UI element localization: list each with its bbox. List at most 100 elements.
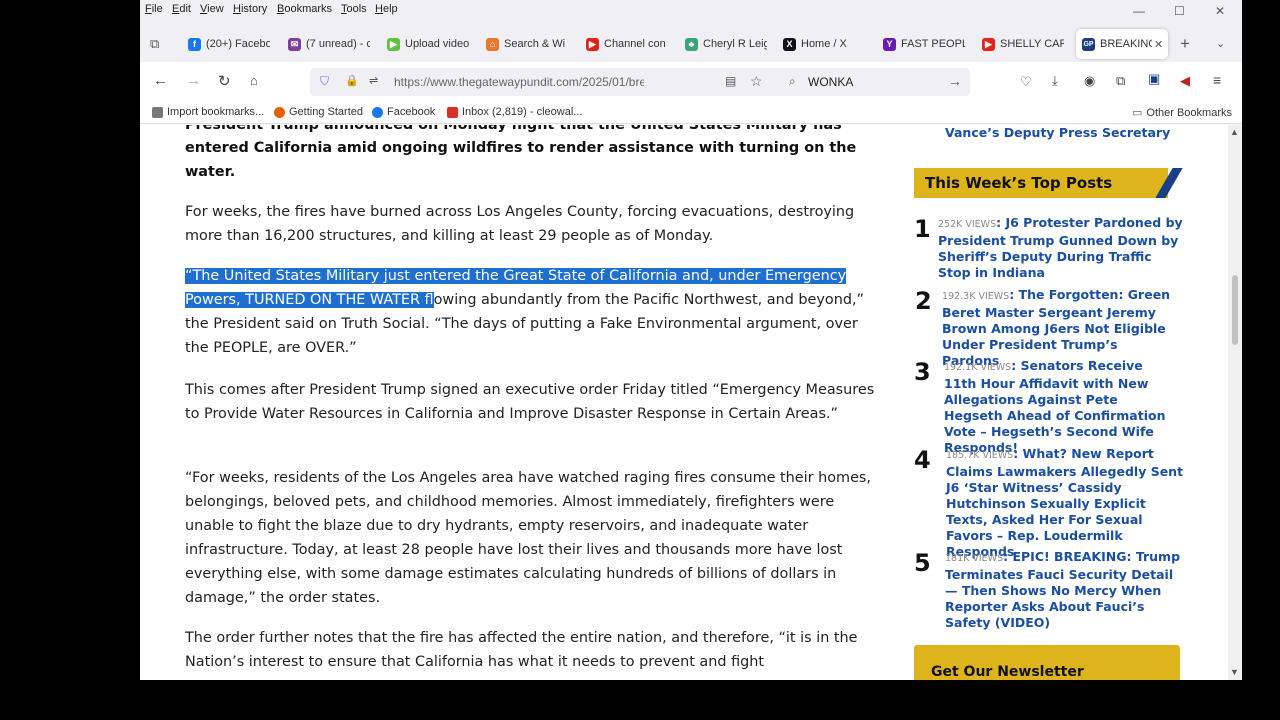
x-logo-icon: X — [783, 37, 796, 51]
post-link[interactable]: 252K VIEWS: J6 Protester Pardoned by Pre… — [938, 215, 1186, 281]
gmail-icon — [447, 106, 458, 118]
bookmark-inbox[interactable]: Inbox (2,819) - cleowal... — [447, 106, 582, 118]
back-button[interactable]: ← — [153, 72, 168, 89]
bookmark-import[interactable]: Import bookmarks... — [152, 106, 264, 118]
article-paragraph-1: For weeks, the fires have burned across … — [185, 204, 855, 244]
tab-label: (20+) Facebo — [206, 38, 270, 50]
home-button[interactable]: ⌂ — [250, 73, 258, 88]
tab-label: Upload video — [405, 38, 469, 50]
close-tab-icon[interactable]: ✕ — [1154, 38, 1163, 51]
tab-shelly[interactable]: ▶ SHELLY CART — [982, 29, 1064, 59]
page-scrollbar[interactable]: ▲ ▼ — [1228, 125, 1242, 680]
tab-cheryl[interactable]: ♣ Cheryl R Leig — [685, 29, 767, 59]
tab-breaking-active[interactable]: GP BREAKING ✕ — [1076, 29, 1168, 59]
tab-label: Cheryl R Leig — [703, 38, 767, 50]
scrollbar-thumb[interactable] — [1232, 275, 1238, 345]
sidebar-top-link[interactable]: Vance’s Deputy Press Secretary — [945, 125, 1170, 140]
search-icon: ⌕ — [789, 74, 796, 88]
tab-label: Channel con — [604, 38, 666, 50]
tab-label: (7 unread) - c — [306, 38, 370, 50]
menu-bar: File Edit View History Bookmarks Tools H… — [140, 0, 1242, 20]
menu-view[interactable]: View — [200, 3, 224, 15]
facebook-icon — [372, 106, 383, 118]
tab-overview-icon[interactable]: ⧉ — [150, 36, 159, 52]
tab-fast-people[interactable]: Y FAST PEOPLE — [883, 29, 965, 59]
menu-help[interactable]: Help — [375, 3, 398, 15]
account-icon[interactable]: ◉ — [1084, 73, 1095, 89]
downloads-icon[interactable]: ⤓ — [1052, 73, 1058, 89]
new-tab-button[interactable]: + — [1180, 34, 1190, 54]
scroll-up-icon[interactable]: ▲ — [1230, 127, 1239, 137]
reader-view-icon[interactable]: ▤ — [725, 74, 736, 88]
scroll-down-icon[interactable]: ▼ — [1230, 667, 1239, 677]
menu-bookmarks[interactable]: Bookmarks — [277, 3, 332, 15]
bookmark-star-icon[interactable]: ☆ — [750, 73, 763, 90]
maximize-button[interactable]: ☐ — [1174, 4, 1185, 18]
megaphone-icon[interactable]: ◀ — [1180, 73, 1190, 89]
post-link[interactable]: 181K VIEWS: EPIC! BREAKING: Trump Termin… — [945, 549, 1185, 631]
post-rank: 4 — [914, 446, 931, 474]
post-link[interactable]: 192.3K VIEWS: The Forgotten: Green Beret… — [942, 287, 1174, 369]
search-bar[interactable]: ⌕ WONKA → — [780, 68, 970, 96]
import-icon — [152, 106, 163, 118]
article-paragraph-2: “The United States Military just entered… — [185, 264, 880, 360]
post-views: 252K VIEWS — [938, 219, 997, 230]
post-rank: 3 — [914, 358, 931, 386]
post-views: 192.3K VIEWS — [942, 291, 1010, 302]
article-paragraph-4: “For weeks, residents of the Los Angeles… — [185, 470, 871, 606]
bookmark-label: Facebook — [387, 106, 436, 118]
minimize-button[interactable]: — — [1133, 4, 1145, 18]
top-posts-banner: This Week’s Top Posts — [914, 168, 1168, 198]
tab-search[interactable]: ⌂ Search & Wi — [486, 29, 568, 59]
tab-upload-video[interactable]: ▶ Upload video — [387, 29, 469, 59]
post-views: 181K VIEWS — [945, 553, 1004, 564]
lock-icon[interactable]: 🔒 — [345, 74, 359, 87]
bookmark-getting-started[interactable]: Getting Started — [274, 106, 363, 118]
menu-history[interactable]: History — [233, 3, 267, 15]
url-text[interactable]: https://www.thegatewaypundit.com/2025/01… — [394, 75, 644, 89]
other-bookmarks-label: Other Bookmarks — [1146, 106, 1232, 119]
menu-file[interactable]: File — [145, 3, 163, 15]
reload-button[interactable]: ↻ — [218, 72, 231, 90]
post-rank: 2 — [915, 287, 932, 315]
tab-channel[interactable]: ▶ Channel con — [586, 29, 668, 59]
clover-icon: ♣ — [685, 37, 698, 51]
pocket-icon[interactable]: ♡ — [1020, 74, 1032, 90]
newsletter-heading: Get Our Newsletter — [931, 664, 1084, 680]
tab-strip: ⧉ f (20+) Facebo ✉ (7 unread) - c ▶ Uplo… — [140, 20, 1242, 62]
tab-label: FAST PEOPLE — [901, 38, 965, 50]
tab-x-home[interactable]: X Home / X — [783, 29, 865, 59]
forward-button[interactable]: → — [186, 72, 201, 89]
bookmark-facebook[interactable]: Facebook — [372, 106, 435, 118]
article-paragraph-3: This comes after President Trump signed … — [185, 382, 875, 422]
tab-facebook[interactable]: f (20+) Facebo — [188, 29, 270, 59]
browser-window: File Edit View History Bookmarks Tools H… — [140, 0, 1242, 680]
newsletter-box: Get Our Newsletter — [914, 645, 1180, 680]
tab-label: Home / X — [801, 38, 847, 50]
extensions-icon[interactable]: ⧉ — [1116, 73, 1125, 89]
mail-icon: ✉ — [288, 37, 301, 51]
article-paragraph-5: The order further notes that the fire ha… — [185, 630, 858, 670]
navigation-bar: ← → ↻ ⌂ ⛉ 🔒 ⇌ https://www.thegatewaypund… — [140, 62, 1242, 102]
post-views: 185.7K VIEWS — [946, 450, 1014, 461]
bookmarks-bar: Import bookmarks... Getting Started Face… — [140, 102, 1242, 124]
list-tabs-icon[interactable]: ⌄ — [1216, 37, 1225, 50]
menu-tools[interactable]: Tools — [341, 3, 367, 15]
search-input[interactable]: WONKA — [808, 75, 853, 89]
post-link[interactable]: 185.7K VIEWS: What? New Report Claims La… — [946, 446, 1184, 560]
firefox-icon — [274, 106, 285, 118]
play-icon: ▶ — [387, 37, 400, 51]
menu-edit[interactable]: Edit — [172, 3, 191, 15]
hamburger-menu-icon[interactable]: ≡ — [1213, 72, 1221, 88]
post-link[interactable]: 192.1K VIEWS: Senators Receive 11th Hour… — [944, 358, 1176, 456]
close-window-button[interactable]: ✕ — [1215, 4, 1225, 18]
other-bookmarks[interactable]: ▭ Other Bookmarks — [1132, 106, 1232, 120]
search-go-icon[interactable]: → — [948, 73, 962, 89]
tab-mail[interactable]: ✉ (7 unread) - c — [288, 29, 370, 59]
url-bar[interactable]: ⛉ 🔒 ⇌ https://www.thegatewaypundit.com/2… — [310, 68, 790, 96]
article-lead: entered California amid ongoing wildfire… — [185, 140, 857, 180]
bookmark-label: Import bookmarks... — [167, 106, 265, 118]
permissions-icon[interactable]: ⇌ — [369, 74, 378, 87]
extension-badge-icon[interactable]: ▣ — [1148, 71, 1160, 87]
shield-icon[interactable]: ⛉ — [320, 74, 329, 89]
